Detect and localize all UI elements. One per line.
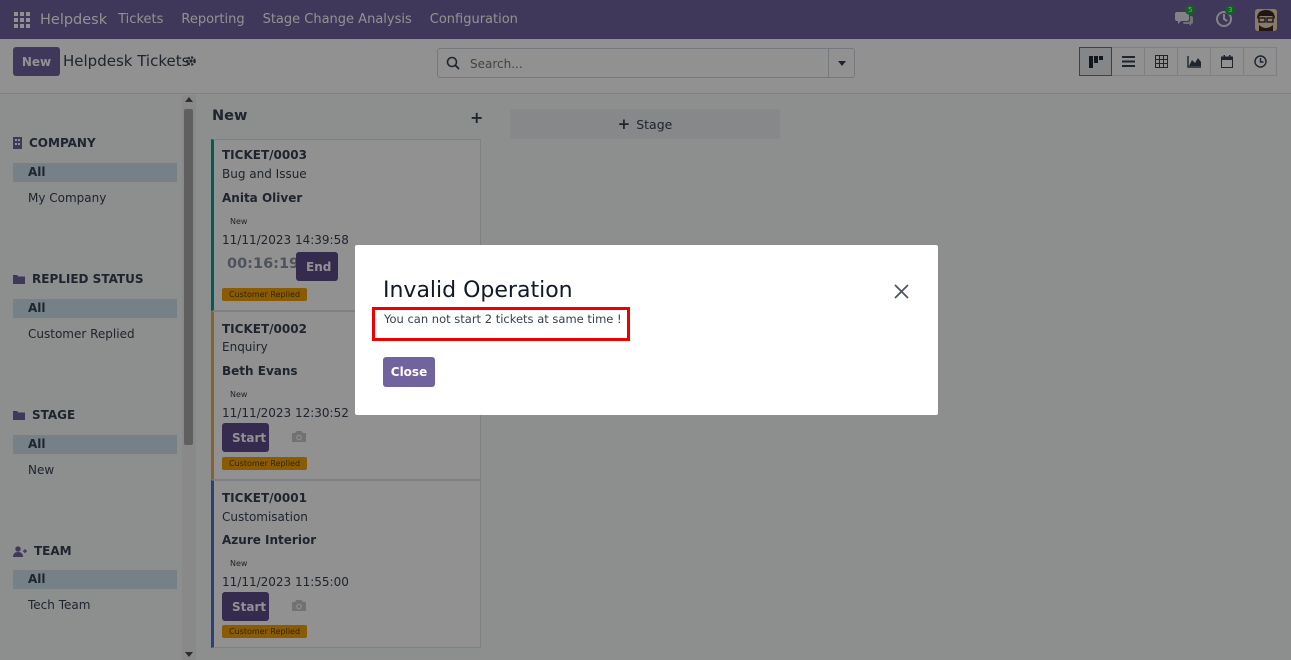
dialog-message: You can not start 2 tickets at same time…	[384, 312, 622, 326]
dialog-title: Invalid Operation	[383, 278, 573, 303]
close-button[interactable]: Close	[383, 357, 435, 387]
invalid-operation-dialog: Invalid Operation You can not start 2 ti…	[355, 245, 938, 415]
close-icon[interactable]	[893, 283, 910, 300]
